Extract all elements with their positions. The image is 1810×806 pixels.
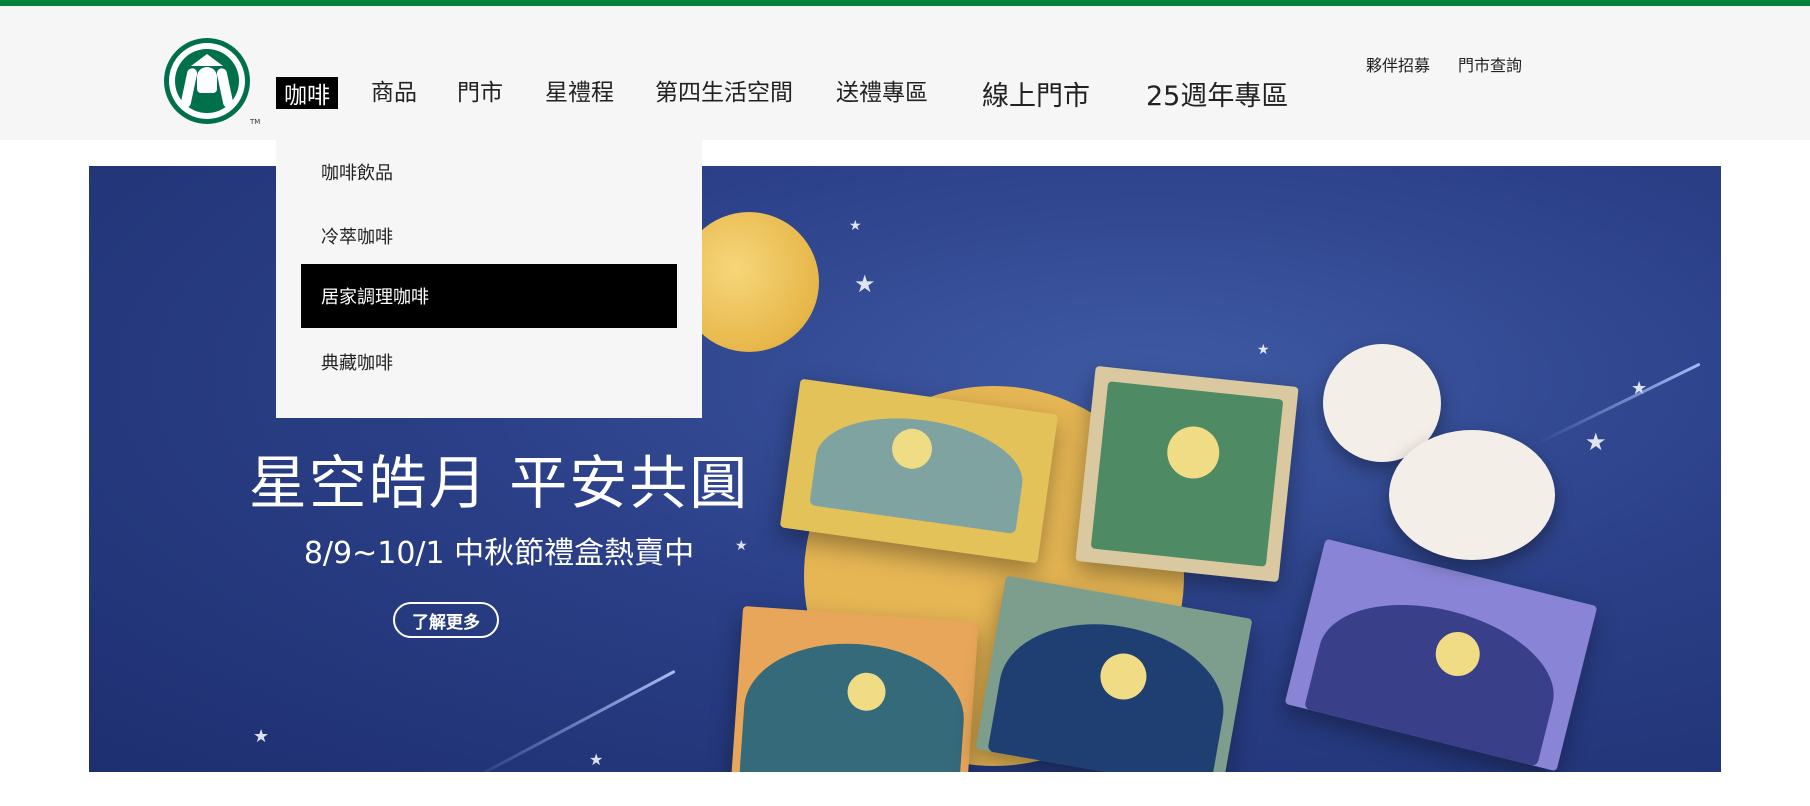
gift-box-orange xyxy=(731,605,979,772)
gift-box-green-square xyxy=(1075,365,1299,583)
hero-subtitle: 8/9~10/1 中秋節禮盒熱賣中 xyxy=(303,536,695,571)
gift-box-purple xyxy=(1284,538,1598,772)
dropdown-item-home-brewing[interactable]: 居家調理咖啡 xyxy=(301,264,677,328)
starbucks-logo-icon[interactable]: TM xyxy=(164,38,260,126)
dropdown-item-cold-brew[interactable]: 冷萃咖啡 xyxy=(276,204,702,268)
nav-stores[interactable]: 門市 xyxy=(457,72,503,108)
nav-merchandise[interactable]: 商品 xyxy=(371,72,417,108)
dropdown-item-reserve-coffee[interactable]: 典藏咖啡 xyxy=(276,330,702,394)
mooncake-plate xyxy=(1389,430,1555,560)
nav-gifting[interactable]: 送禮專區 xyxy=(836,72,928,108)
hero-title: 星空皓月 平安共圓 xyxy=(248,449,750,517)
gift-box-teal xyxy=(975,575,1253,772)
nav-online-store[interactable]: 線上門市 xyxy=(982,75,1090,112)
coffee-dropdown-menu: 咖啡飲品 冷萃咖啡 居家調理咖啡 典藏咖啡 xyxy=(276,140,702,418)
nav-rewards[interactable]: 星禮程 xyxy=(545,72,614,108)
nav-25th-anniversary[interactable]: 25週年專區 xyxy=(1146,75,1288,112)
nav-coffee[interactable]: 咖啡 xyxy=(276,77,338,109)
nav-fourth-place[interactable]: 第四生活空間 xyxy=(655,72,793,108)
store-locator-link[interactable]: 門市查詢 xyxy=(1458,52,1522,76)
trademark-mark: TM xyxy=(250,118,261,126)
dropdown-item-coffee-beverages[interactable]: 咖啡飲品 xyxy=(276,140,702,204)
learn-more-button[interactable]: 了解更多 xyxy=(393,602,499,638)
careers-link[interactable]: 夥伴招募 xyxy=(1366,52,1430,76)
